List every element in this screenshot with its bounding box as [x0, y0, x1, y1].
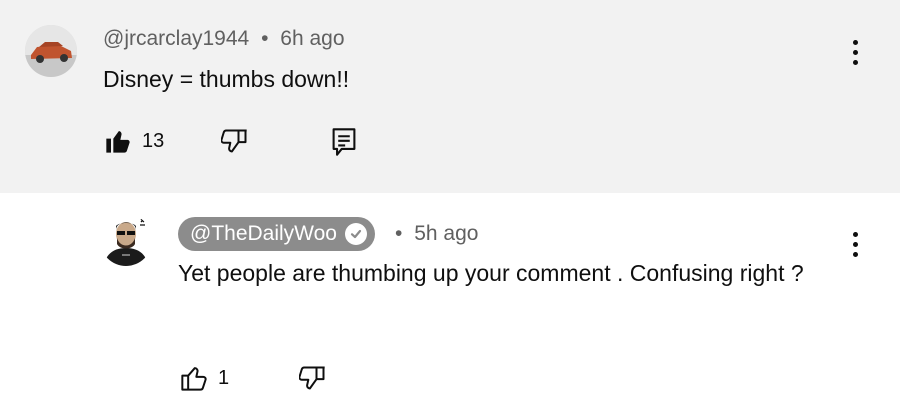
comment-text: Yet people are thumbing up your comment …: [178, 260, 804, 286]
dislike-button[interactable]: [221, 127, 249, 155]
thumbs-down-icon: [221, 129, 247, 153]
avatar[interactable]: [100, 214, 152, 266]
like-count: 1: [218, 366, 230, 389]
author-handle: @TheDailyWoo: [190, 222, 337, 245]
comment-text: Disney = thumbs down!!: [103, 66, 350, 92]
thumbs-up-icon: [181, 367, 207, 391]
verified-check-icon: [344, 223, 367, 245]
reply-icon: [332, 128, 356, 156]
separator: •: [261, 27, 269, 50]
reply-button[interactable]: [331, 127, 357, 157]
author-handle[interactable]: @jrcarclay1944: [103, 27, 249, 50]
comment-meta: • 5h ago: [395, 222, 478, 246]
more-vert-icon[interactable]: [851, 232, 859, 257]
car-avatar-image: [25, 25, 77, 77]
thumbs-up-filled-icon: [106, 131, 130, 153]
author-badge[interactable]: @TheDailyWoo: [178, 217, 375, 251]
like-button[interactable]: 1: [180, 364, 229, 392]
like-button[interactable]: 13: [104, 127, 164, 155]
timestamp[interactable]: 5h ago: [414, 222, 478, 245]
person-avatar-image: [100, 214, 152, 266]
separator: •: [395, 222, 403, 245]
thumbs-down-icon: [299, 366, 325, 390]
dislike-button[interactable]: [299, 364, 327, 392]
avatar[interactable]: [25, 25, 77, 77]
timestamp[interactable]: 6h ago: [280, 27, 344, 50]
more-vert-icon[interactable]: [851, 40, 859, 65]
comment-meta: @jrcarclay1944 • 6h ago: [103, 27, 345, 51]
like-count: 13: [142, 129, 165, 152]
